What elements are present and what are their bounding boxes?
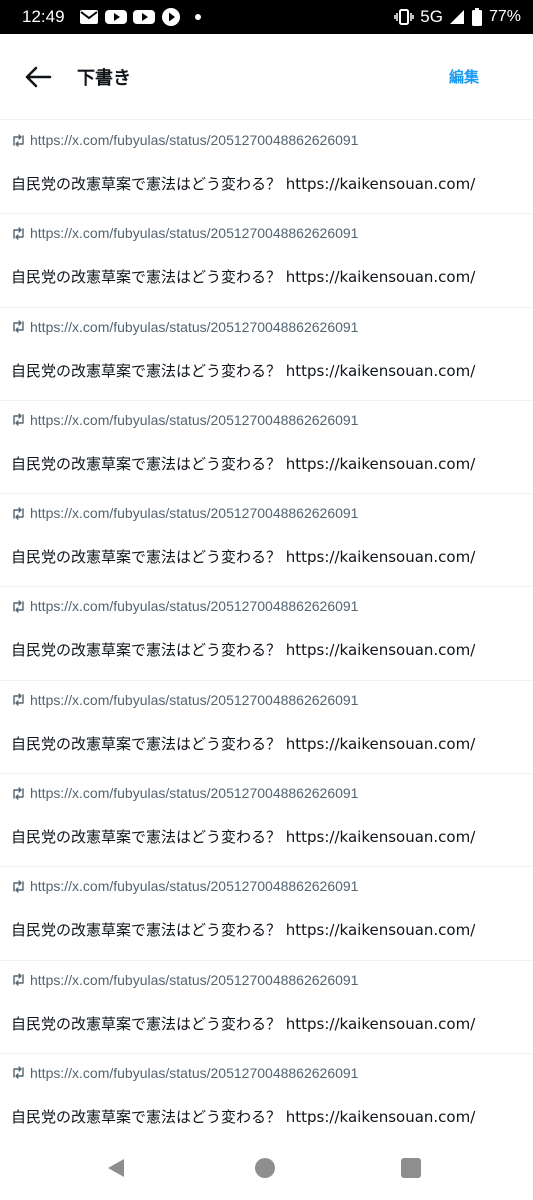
draft-text: 自民党の改憲草案で憲法はどう変わる？ https://kaikensouan.c… (11, 641, 476, 660)
nav-home-icon[interactable] (255, 1158, 275, 1178)
quote-line: https://x.com/fubyulas/status/2051270048… (11, 319, 358, 335)
status-bar-left: 12:49 (22, 7, 201, 27)
draft-item[interactable]: https://x.com/fubyulas/status/2051270048… (0, 121, 533, 215)
draft-text: 自民党の改憲草案で憲法はどう変わる？ https://kaikensouan.c… (11, 1014, 476, 1033)
draft-item[interactable]: https://x.com/fubyulas/status/2051270048… (0, 774, 533, 868)
quote-url: https://x.com/fubyulas/status/2051270048… (30, 878, 359, 895)
status-time: 12:49 (22, 7, 65, 26)
quote-url: https://x.com/fubyulas/status/2051270048… (30, 132, 359, 148)
repost-icon (13, 880, 24, 893)
draft-item[interactable]: https://x.com/fubyulas/status/2051270048… (0, 1054, 533, 1148)
repost-icon (13, 413, 24, 427)
repost-icon (13, 1066, 24, 1080)
repost-icon (13, 320, 24, 333)
quote-line: https://x.com/fubyulas/status/2051270048… (11, 132, 358, 148)
app-header: 下書き 編集 (0, 34, 533, 120)
quote-url: https://x.com/fubyulas/status/2051270048… (30, 1064, 359, 1081)
repost-icon (13, 600, 24, 613)
draft-text: 自民党の改憲草案で憲法はどう変わる？ https://kaikensouan.c… (11, 454, 476, 473)
battery-icon (471, 8, 482, 26)
draft-item[interactable]: https://x.com/fubyulas/status/2051270048… (0, 494, 533, 588)
draft-text: 自民党の改憲草案で憲法はどう変わる？ https://kaikensouan.c… (11, 1107, 476, 1126)
draft-item[interactable]: https://x.com/fubyulas/status/2051270048… (0, 961, 533, 1054)
arrow-left-icon (25, 66, 52, 88)
nav-back-icon[interactable] (106, 1158, 126, 1178)
quote-url: https://x.com/fubyulas/status/2051270048… (30, 318, 359, 335)
quote-url: https://x.com/fubyulas/status/2051270048… (30, 598, 359, 615)
draft-list: https://x.com/fubyulas/status/2051270048… (0, 121, 533, 1148)
draft-item[interactable]: https://x.com/fubyulas/status/2051270048… (0, 214, 533, 308)
quote-url: https://x.com/fubyulas/status/2051270048… (30, 785, 359, 802)
play-icon (161, 8, 180, 26)
draft-item[interactable]: https://x.com/fubyulas/status/2051270048… (0, 308, 533, 401)
repost-icon (13, 133, 24, 147)
gmail-icon (79, 10, 98, 24)
quote-line: https://x.com/fubyulas/status/2051270048… (11, 1065, 358, 1081)
repost-icon (13, 506, 24, 520)
quote-line: https://x.com/fubyulas/status/2051270048… (11, 598, 358, 614)
draft-item[interactable]: https://x.com/fubyulas/status/2051270048… (0, 587, 533, 681)
quote-url: https://x.com/fubyulas/status/2051270048… (30, 971, 359, 988)
vibrate-icon (394, 9, 415, 25)
back-button[interactable] (18, 60, 58, 94)
quote-url: https://x.com/fubyulas/status/2051270048… (30, 225, 359, 242)
navigation-bar (0, 1138, 533, 1200)
signal-icon (449, 10, 464, 24)
page-title: 下書き (77, 68, 131, 89)
youtube-icon (104, 10, 127, 24)
repost-icon (13, 786, 24, 800)
status-bar: 12:49 5G 77% (0, 0, 533, 34)
draft-item[interactable]: https://x.com/fubyulas/status/2051270048… (0, 401, 533, 495)
quote-url: https://x.com/fubyulas/status/2051270048… (30, 691, 359, 708)
quote-line: https://x.com/fubyulas/status/2051270048… (11, 412, 358, 428)
repost-icon (13, 693, 24, 706)
repost-icon (13, 973, 24, 986)
edit-button[interactable]: 編集 (449, 66, 479, 87)
status-bar-right: 5G 77% (394, 7, 521, 27)
repost-icon (13, 227, 24, 240)
network-type: 5G (420, 7, 443, 26)
quote-line: https://x.com/fubyulas/status/2051270048… (11, 785, 358, 801)
quote-line: https://x.com/fubyulas/status/2051270048… (11, 878, 358, 894)
draft-text: 自民党の改憲草案で憲法はどう変わる？ https://kaikensouan.c… (11, 361, 476, 380)
quote-line: https://x.com/fubyulas/status/2051270048… (11, 225, 358, 241)
nav-recents-icon[interactable] (401, 1158, 421, 1178)
quote-url: https://x.com/fubyulas/status/2051270048… (30, 411, 359, 428)
quote-line: https://x.com/fubyulas/status/2051270048… (11, 505, 358, 521)
quote-line: https://x.com/fubyulas/status/2051270048… (11, 972, 358, 988)
draft-item[interactable]: https://x.com/fubyulas/status/2051270048… (0, 681, 533, 775)
battery-level: 77% (488, 8, 521, 25)
quote-line: https://x.com/fubyulas/status/2051270048… (11, 692, 358, 708)
notification-dot-icon (194, 14, 201, 20)
draft-text: 自民党の改憲草案で憲法はどう変わる？ https://kaikensouan.c… (11, 548, 476, 567)
draft-text: 自民党の改憲草案で憲法はどう変わる？ https://kaikensouan.c… (11, 734, 476, 753)
quote-url: https://x.com/fubyulas/status/2051270048… (30, 505, 359, 522)
youtube-icon (132, 10, 155, 24)
draft-text: 自民党の改憲草案で憲法はどう変わる？ https://kaikensouan.c… (11, 175, 476, 193)
draft-text: 自民党の改憲草案で憲法はどう変わる？ https://kaikensouan.c… (11, 268, 476, 287)
draft-text: 自民党の改憲草案で憲法はどう変わる？ https://kaikensouan.c… (11, 921, 476, 940)
draft-text: 自民党の改憲草案で憲法はどう変わる？ https://kaikensouan.c… (11, 828, 476, 847)
draft-item[interactable]: https://x.com/fubyulas/status/2051270048… (0, 867, 533, 961)
